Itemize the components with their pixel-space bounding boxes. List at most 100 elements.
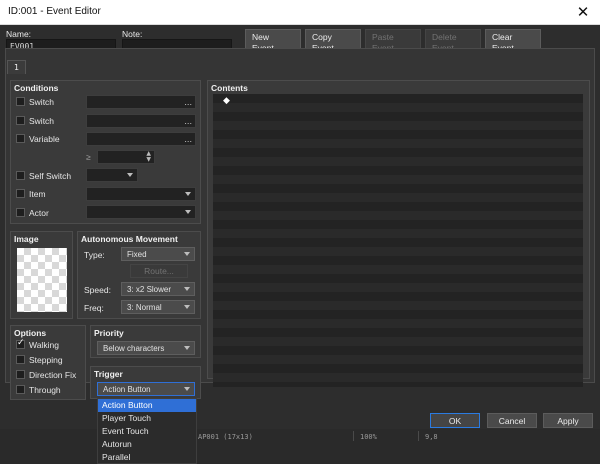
contents-row[interactable] [213, 364, 583, 373]
close-icon[interactable]: ✕ [566, 0, 600, 24]
actor-checkbox[interactable] [16, 208, 25, 217]
chevron-down-icon [184, 305, 190, 309]
variable-checkbox[interactable] [16, 134, 25, 143]
cancel-button[interactable]: Cancel [487, 413, 537, 428]
switch2-ellipsis: ... [184, 117, 192, 126]
contents-row[interactable] [213, 139, 583, 148]
contents-row[interactable] [213, 328, 583, 337]
contents-row[interactable] [213, 121, 583, 130]
contents-row[interactable] [213, 238, 583, 247]
contents-row[interactable] [213, 193, 583, 202]
speed-dropdown[interactable]: 3: x2 Slower [121, 282, 195, 296]
through-checkbox[interactable] [16, 385, 25, 394]
ok-button[interactable]: OK [430, 413, 480, 428]
contents-row[interactable] [213, 283, 583, 292]
contents-row[interactable] [213, 256, 583, 265]
walking-checkbox[interactable] [16, 338, 25, 349]
variable-value-stepper[interactable]: ▲ ▼ [97, 150, 155, 164]
chevron-down-icon [184, 287, 190, 291]
chevron-down-icon [184, 387, 190, 391]
delete-button-line1: Delete [432, 32, 457, 42]
contents-row[interactable] [213, 229, 583, 238]
status-separator [353, 431, 354, 441]
clear-button-line1: Clear [492, 32, 513, 42]
contents-command-list[interactable]: ◆ [213, 94, 583, 387]
chevron-down-icon [127, 173, 133, 177]
contents-row[interactable] [213, 202, 583, 211]
contents-row[interactable] [213, 148, 583, 157]
frequency-dropdown[interactable]: 3: Normal [121, 300, 195, 314]
trigger-dropdown-list: Action Button Player Touch Event Touch A… [97, 398, 197, 464]
contents-row[interactable] [213, 130, 583, 139]
switch1-selector[interactable]: ... [86, 95, 196, 109]
image-title: Image [14, 234, 39, 244]
contents-row[interactable] [213, 211, 583, 220]
direction-fix-checkbox[interactable] [16, 370, 25, 379]
trigger-option-player-touch[interactable]: Player Touch [98, 412, 196, 425]
contents-row[interactable] [213, 373, 583, 382]
contents-row[interactable] [213, 355, 583, 364]
chevron-down-icon [185, 192, 191, 196]
switch1-checkbox[interactable] [16, 97, 25, 106]
direction-fix-label: Direction Fix [29, 370, 77, 380]
contents-row[interactable] [213, 157, 583, 166]
trigger-option-event-touch[interactable]: Event Touch [98, 425, 196, 438]
chevron-down-icon [185, 210, 191, 214]
status-bar: AP001 (17x13) 100% 9,8 [0, 429, 600, 464]
contents-row[interactable] [213, 220, 583, 229]
variable-selector[interactable]: ... [86, 132, 196, 146]
contents-row[interactable] [213, 247, 583, 256]
paste-button-line1: Paste [372, 32, 394, 42]
actor-dropdown[interactable] [86, 205, 196, 219]
stepper-down-icon[interactable]: ▼ [146, 157, 151, 163]
trigger-dropdown[interactable]: Action Button [97, 382, 195, 396]
movement-type-dropdown[interactable]: Fixed [121, 247, 195, 261]
variable-label: Variable [29, 134, 60, 144]
contents-row[interactable] [213, 301, 583, 310]
item-checkbox[interactable] [16, 189, 25, 198]
trigger-option-parallel[interactable]: Parallel [98, 451, 196, 464]
contents-row[interactable] [213, 103, 583, 112]
copy-button-line1: Copy [312, 32, 332, 42]
stepping-checkbox[interactable] [16, 355, 25, 364]
type-label: Type: [84, 250, 105, 260]
priority-value: Below characters [103, 344, 165, 353]
name-label: Name: [6, 29, 32, 39]
contents-row[interactable] [213, 337, 583, 346]
contents-row[interactable] [213, 382, 583, 387]
contents-row[interactable] [213, 94, 583, 103]
ge-symbol: ≥ [86, 152, 91, 162]
contents-row[interactable] [213, 346, 583, 355]
contents-row[interactable] [213, 175, 583, 184]
tab-page-1[interactable]: 1 [7, 60, 26, 74]
route-button[interactable]: Route... [130, 264, 188, 278]
switch1-label: Switch [29, 97, 55, 107]
frequency-value: 3: Normal [127, 303, 162, 312]
contents-row[interactable] [213, 184, 583, 193]
event-image-preview[interactable] [17, 248, 67, 312]
command-diamond-icon[interactable]: ◆ [223, 97, 230, 106]
contents-row[interactable] [213, 319, 583, 328]
self-switch-checkbox[interactable] [16, 171, 25, 180]
status-coords: 9,8 [425, 433, 438, 441]
conditions-title: Conditions [14, 83, 59, 93]
contents-row[interactable] [213, 112, 583, 121]
switch2-checkbox[interactable] [16, 116, 25, 125]
apply-button[interactable]: Apply [543, 413, 593, 428]
contents-row[interactable] [213, 310, 583, 319]
contents-row[interactable] [213, 166, 583, 175]
switch2-selector[interactable]: ... [86, 114, 196, 128]
item-label: Item [29, 189, 46, 199]
priority-title: Priority [94, 328, 124, 338]
contents-row[interactable] [213, 265, 583, 274]
options-title: Options [14, 328, 47, 338]
trigger-option-action-button[interactable]: Action Button [98, 399, 196, 412]
self-switch-dropdown[interactable] [86, 168, 138, 182]
priority-dropdown[interactable]: Below characters [97, 341, 195, 355]
title-bar: ID:001 - Event Editor ✕ [0, 0, 600, 25]
self-switch-label: Self Switch [29, 171, 72, 181]
trigger-option-autorun[interactable]: Autorun [98, 438, 196, 451]
contents-row[interactable] [213, 274, 583, 283]
contents-row[interactable] [213, 292, 583, 301]
item-dropdown[interactable] [86, 187, 196, 201]
